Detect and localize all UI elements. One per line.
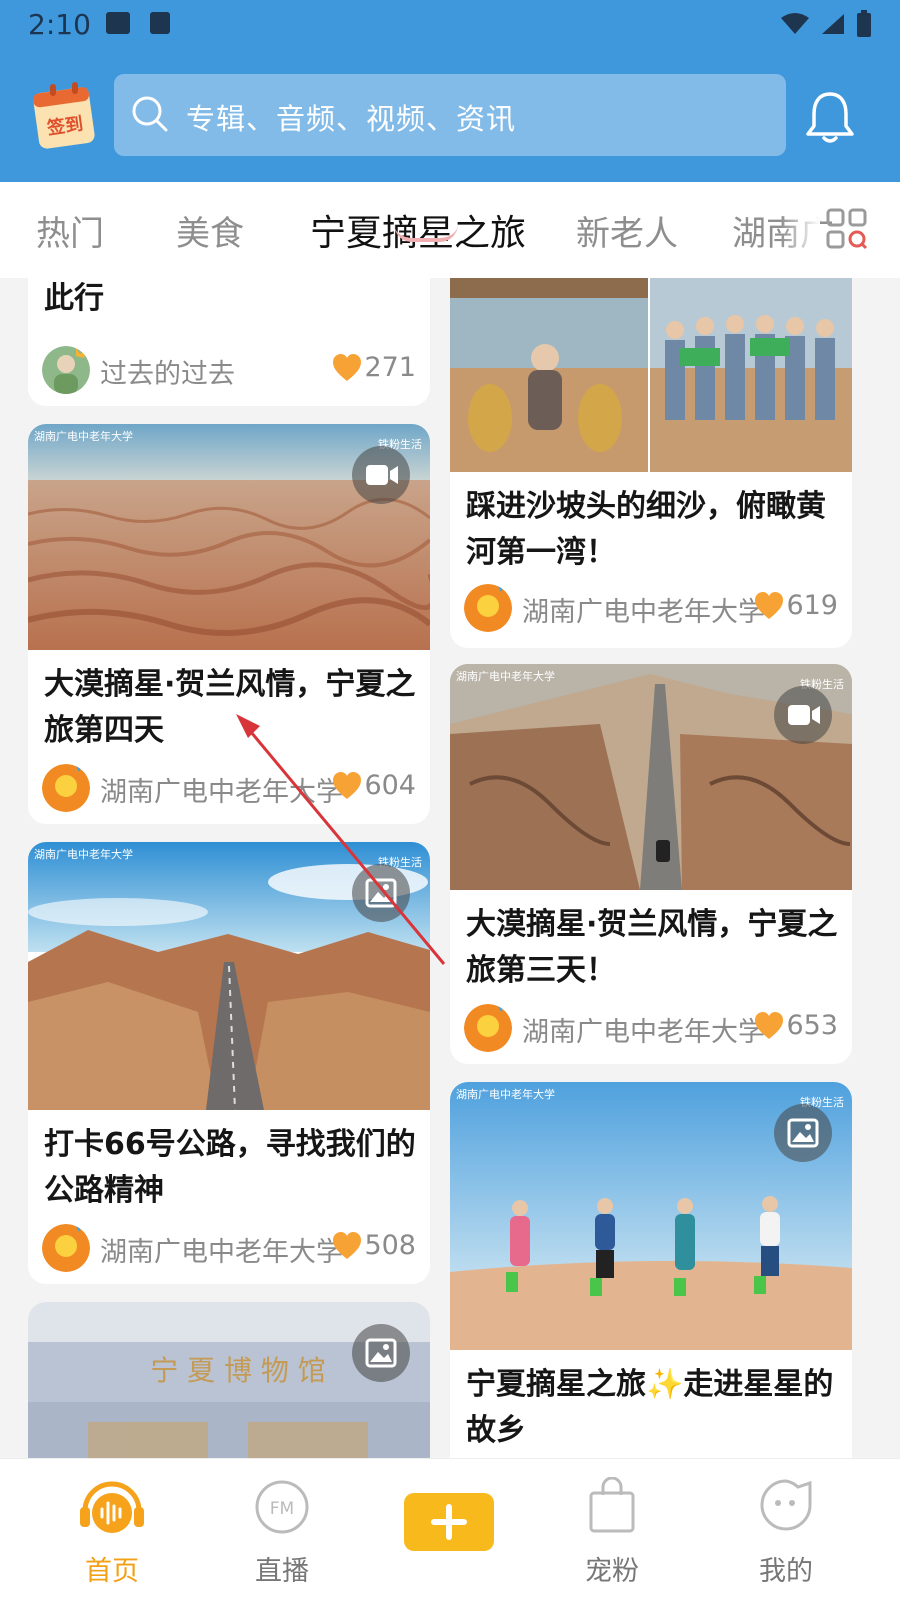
heart-icon xyxy=(333,353,362,381)
search-icon xyxy=(132,96,168,132)
tab-new-elders[interactable]: 新老人 xyxy=(576,206,678,255)
search-placeholder: 专辑、音频、视频、资讯 xyxy=(186,102,517,136)
video-badge xyxy=(774,686,832,744)
like-count-value: 653 xyxy=(786,1010,838,1041)
card-title: 宁夏摘星之旅✨走进星星的故乡 xyxy=(466,1367,834,1448)
feed-card[interactable]: 踩进沙坡头的细沙，俯瞰黄河第一湾！ 湖南广电中老年大学 619 xyxy=(450,278,852,648)
avatar xyxy=(464,584,512,632)
card-title: 打卡66号公路，寻找我们的公路精神 xyxy=(44,1127,416,1208)
tab-fade xyxy=(780,182,820,278)
feed-card[interactable]: 宁 夏 博 物 馆 xyxy=(28,1302,430,1458)
card-title: 此行 xyxy=(44,281,104,316)
image-badge xyxy=(352,1324,410,1382)
card-author: 湖南广电中老年大学 xyxy=(100,1237,343,1268)
image-badge xyxy=(774,1104,832,1162)
nav-label: 宠粉 xyxy=(585,1556,639,1587)
nav-label: 我的 xyxy=(759,1556,813,1587)
brand-watermark: 湖南广电中老年大学 xyxy=(34,430,133,443)
svg-text:FM: FM xyxy=(270,1499,294,1519)
heart-icon xyxy=(755,591,784,619)
card-title: 大漠摘星·贺兰风情，宁夏之旅第三天！ xyxy=(466,907,838,988)
card-title: 踩进沙坡头的细沙，俯瞰黄河第一湾！ xyxy=(466,489,826,570)
bottom-navigation: 首页 FM 直播 宠粉 我的 xyxy=(0,1458,900,1600)
wifi-icon xyxy=(781,13,809,34)
video-icon xyxy=(788,705,820,725)
feed-card[interactable]: 湖南广电中老年大学 铁粉生活 打卡66号公路，寻找我们的公路精神 湖南广电中老年… xyxy=(28,842,430,1284)
category-grid-icon[interactable] xyxy=(826,208,868,250)
nav-label: 直播 xyxy=(255,1556,309,1587)
brand-watermark: 湖南广电中老年大学 xyxy=(456,1088,555,1101)
keyboard-notification-icon xyxy=(150,12,170,34)
like-count-value: 271 xyxy=(364,352,416,383)
heart-icon xyxy=(755,1011,784,1039)
status-time: 2:10 xyxy=(28,8,91,41)
card-author: 过去的过去 xyxy=(100,359,235,390)
like-count[interactable]: 271 xyxy=(332,352,416,383)
plus-icon xyxy=(431,1504,467,1540)
brand-watermark: 湖南广电中老年大学 xyxy=(456,670,555,683)
card-author: 湖南广电中老年大学 xyxy=(522,1017,765,1048)
like-count[interactable]: 604 xyxy=(332,770,416,801)
search-input[interactable]: 专辑、音频、视频、资讯 xyxy=(114,74,786,156)
museum-sign-text: 宁 夏 博 物 馆 xyxy=(150,1354,326,1387)
video-badge xyxy=(352,446,410,504)
home-audio-icon xyxy=(80,1481,144,1533)
battery-icon xyxy=(857,10,871,37)
like-count-value: 604 xyxy=(364,770,416,801)
active-tab-indicator xyxy=(394,224,458,242)
feed-card[interactable]: 此行 过去的过去 271 xyxy=(28,278,430,406)
feed-card[interactable]: 湖南广电中老年大学 铁粉生活 大漠摘星·贺兰风情，宁夏之旅第四天 湖南广电中老年… xyxy=(28,424,430,824)
like-count[interactable]: 619 xyxy=(754,590,838,621)
app-header: 2:10 签到 专辑、音频、视频、资讯 xyxy=(0,0,900,182)
group-travel-photo-image xyxy=(450,278,852,472)
card-author: 湖南广电中老年大学 xyxy=(522,597,765,628)
nav-me[interactable]: 我的 xyxy=(726,1459,846,1600)
card-title: 大漠摘星·贺兰风情，宁夏之旅第四天 xyxy=(44,667,416,748)
checkin-calendar-icon[interactable]: 签到 xyxy=(32,80,96,150)
image-icon xyxy=(365,878,397,908)
like-count[interactable]: 508 xyxy=(332,1230,416,1261)
nav-label: 首页 xyxy=(85,1556,139,1587)
feed-card[interactable]: 湖南广电中老年大学 铁粉生活 宁夏摘星之旅✨走进星星的故乡 xyxy=(450,1082,852,1458)
nav-live[interactable]: FM 直播 xyxy=(222,1459,342,1600)
video-icon xyxy=(366,465,398,485)
avatar xyxy=(42,764,90,812)
nav-fans[interactable]: 宠粉 xyxy=(552,1459,672,1600)
nav-home[interactable]: 首页 xyxy=(52,1459,172,1600)
tab-food[interactable]: 美食 xyxy=(176,206,244,255)
avatar xyxy=(42,346,90,394)
gallery-notification-icon xyxy=(106,12,130,34)
fm-radio-icon: FM xyxy=(255,1480,309,1534)
profile-face-icon xyxy=(760,1479,812,1531)
status-bar: 2:10 xyxy=(0,0,900,50)
bell-icon[interactable] xyxy=(804,88,856,144)
like-count-value: 619 xyxy=(786,590,838,621)
shopping-bag-icon xyxy=(589,1477,635,1533)
like-count[interactable]: 653 xyxy=(754,1010,838,1041)
create-post-button[interactable] xyxy=(404,1493,494,1551)
card-author: 湖南广电中老年大学 xyxy=(100,777,343,808)
image-icon xyxy=(787,1118,819,1148)
content-feed[interactable]: 此行 过去的过去 271 湖南广电中老年大学 铁粉生活 大漠摘星·贺兰风情，宁夏… xyxy=(0,278,900,1458)
image-icon xyxy=(365,1338,397,1368)
feed-card[interactable]: 湖南广电中老年大学 铁粉生活 大漠摘星·贺兰风情，宁夏之旅第三天！ 湖南广电中老… xyxy=(450,664,852,1064)
status-right xyxy=(780,10,872,38)
signal-icon xyxy=(822,14,844,34)
like-count-value: 508 xyxy=(364,1230,416,1261)
tab-hot[interactable]: 热门 xyxy=(36,206,104,255)
heart-icon xyxy=(333,771,362,799)
avatar xyxy=(42,1224,90,1272)
brand-watermark: 湖南广电中老年大学 xyxy=(34,848,133,861)
avatar xyxy=(464,1004,512,1052)
heart-icon xyxy=(333,1231,362,1259)
image-badge xyxy=(352,864,410,922)
